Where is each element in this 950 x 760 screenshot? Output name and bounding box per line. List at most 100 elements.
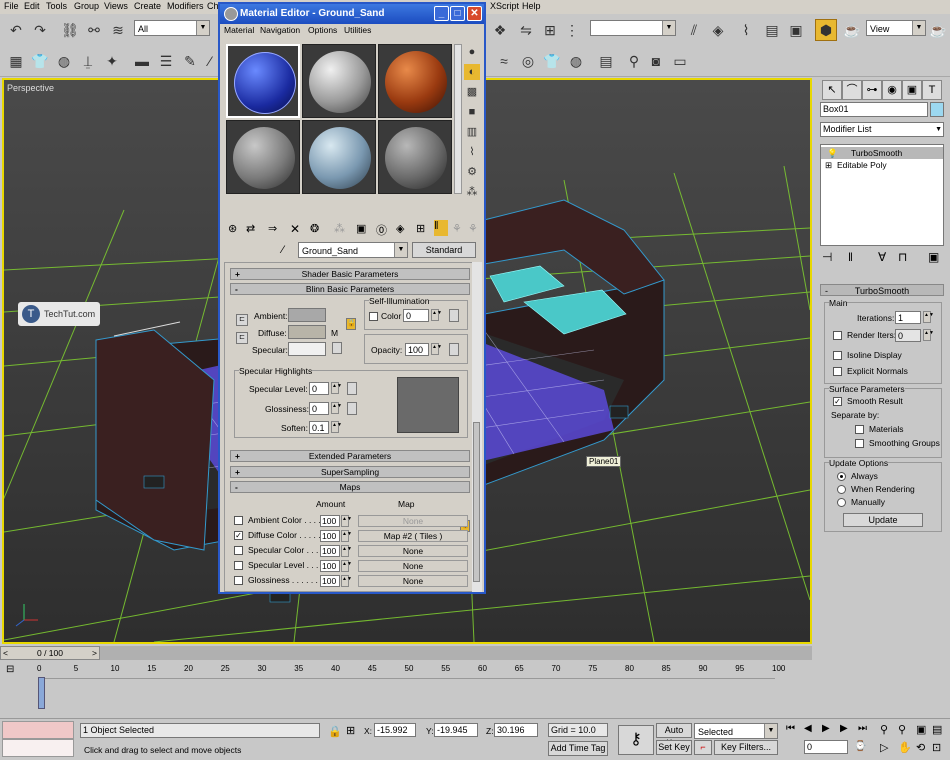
lock-ambient-diffuse-icon[interactable]: ⊏ [236, 314, 248, 326]
document-icon[interactable]: ▤ [596, 51, 616, 71]
specular-map-button[interactable] [332, 342, 342, 354]
hierarchy-tab-icon[interactable]: ⊶ [862, 80, 882, 100]
menu-material[interactable]: Material [224, 25, 254, 35]
assign-material-icon[interactable]: ⇒ [268, 222, 277, 235]
light-icon[interactable]: ✦ [102, 51, 122, 71]
menu-file[interactable]: File [4, 1, 19, 11]
explicit-normals-checkbox[interactable] [833, 367, 842, 376]
map-amount-field[interactable]: 100 [320, 530, 340, 542]
material-editor-titlebar[interactable]: Material Editor - Ground_Sand _ □ ✕ [220, 4, 484, 24]
track-bar-menu-icon[interactable]: ⊟ [6, 664, 14, 675]
stack-item-turbosmooth[interactable]: 💡 TurboSmooth [821, 147, 943, 159]
key-filters-button[interactable]: Key Filters... [714, 740, 778, 755]
self-illum-color-checkbox[interactable] [369, 312, 378, 321]
menu-utilities[interactable]: Utilities [344, 25, 371, 35]
menu-views[interactable]: Views [104, 1, 128, 11]
map-amount-field[interactable]: 100 [320, 575, 340, 587]
map-enable-checkbox[interactable] [234, 546, 243, 555]
object-name-field[interactable]: Box01 [820, 102, 928, 117]
options-icon[interactable]: ⚙ [464, 164, 480, 180]
map-slot-button[interactable]: None [358, 575, 468, 587]
selection-filter-dropdown[interactable]: All ▼ [134, 20, 210, 36]
key-set-dropdown[interactable]: Selected ▼ [694, 723, 778, 739]
glossiness-field[interactable]: 0 [309, 402, 329, 415]
specular-color-swatch[interactable] [288, 342, 326, 356]
garment-icon[interactable]: 👕 [542, 51, 562, 71]
map-amount-field[interactable]: 100 [320, 515, 340, 527]
bind-space-warp-icon[interactable]: ≋ [108, 20, 128, 40]
glossiness-spinner[interactable]: ▲▼ [331, 402, 342, 414]
render-setup-icon[interactable]: ⬢ [815, 19, 837, 41]
play-icon[interactable]: ▶ [822, 723, 830, 734]
default-tangents-icon[interactable]: ⌐ [694, 740, 712, 755]
menu-tools[interactable]: Tools [46, 1, 67, 11]
map-amount-spinner[interactable]: ▲▼ [341, 515, 352, 527]
select-object-icon[interactable]: ▦ [6, 51, 26, 71]
select-by-material-icon[interactable]: ⁂ [464, 184, 480, 200]
maxscript-listener-output[interactable] [2, 739, 74, 757]
pin-stack-icon[interactable]: ⊣ [822, 250, 832, 264]
turbosmooth-rollout-header[interactable]: - TurboSmooth [820, 284, 944, 296]
diffuse-color-swatch[interactable] [288, 325, 326, 339]
time-slider[interactable]: < 0 / 100 > [0, 646, 812, 660]
blinn-basic-rollout[interactable]: - Blinn Basic Parameters [230, 283, 470, 295]
prev-frame-icon[interactable]: < [3, 647, 8, 659]
modify-tab-icon[interactable]: ⌒ [842, 80, 862, 100]
schematic-view-icon[interactable]: ▤ [762, 20, 782, 40]
sample-type-icon[interactable]: ● [464, 44, 480, 60]
always-radio[interactable] [837, 472, 846, 481]
make-preview-icon[interactable]: ⌇ [464, 144, 480, 160]
self-illum-spinner[interactable]: ▲▼ [431, 309, 442, 321]
pin-icon[interactable]: ⍊ [78, 51, 98, 71]
lock-icon[interactable]: 🔒 [346, 318, 356, 330]
stack-item-editable-poly[interactable]: ⊞ Editable Poly [821, 159, 943, 171]
smoothing-groups-checkbox[interactable] [855, 439, 864, 448]
extended-parameters-rollout[interactable]: + Extended Parameters [230, 450, 470, 462]
backlight-icon[interactable]: ◐ [464, 64, 480, 80]
material-name-dropdown[interactable]: Ground_Sand ▼ [298, 242, 408, 258]
self-illum-value-field[interactable]: 0 [403, 309, 429, 322]
map-amount-field[interactable]: 100 [320, 560, 340, 572]
zoom-extents-icon[interactable]: ▣ [916, 723, 926, 736]
menu-modifiers[interactable]: Modifiers [167, 1, 204, 11]
absolute-mode-icon[interactable]: ⊞ [346, 724, 355, 737]
camera-icon[interactable]: ◙ [646, 51, 666, 71]
key-mode-icon[interactable]: ⚷ [618, 725, 654, 755]
close-icon[interactable]: ✕ [467, 6, 482, 21]
iterations-field[interactable]: 1 [895, 311, 921, 324]
go-forward-sibling-icon[interactable]: ⚘ [452, 222, 462, 235]
menu-options[interactable]: Options [308, 25, 337, 35]
sample-slot-2[interactable] [302, 44, 376, 118]
expand-icon[interactable]: ⊞ [825, 159, 832, 171]
maximize-viewport-icon[interactable]: ⊡ [932, 741, 941, 754]
go-to-parent-icon[interactable]: ‖ [434, 220, 448, 236]
iterations-spinner[interactable]: ▲▼ [923, 311, 934, 323]
glossiness-map-button[interactable] [347, 402, 357, 415]
current-frame-field[interactable]: 0 [804, 740, 848, 754]
display-tab-icon[interactable]: ▣ [902, 80, 922, 100]
bulb-icon[interactable]: 💡 [827, 147, 838, 159]
shader-basic-rollout[interactable]: + Shader Basic Parameters [230, 268, 470, 280]
lock-selection-icon[interactable]: 🔒 [328, 725, 342, 738]
time-config-icon[interactable]: ⌚ [854, 741, 866, 752]
zoom-all-icon[interactable]: ⚲ [898, 723, 906, 736]
pan-icon[interactable]: ✋ [898, 741, 912, 754]
map-slot-button[interactable]: None [358, 515, 468, 527]
when-rendering-radio[interactable] [837, 485, 846, 494]
make-unique-material-icon[interactable]: ⁂ [334, 222, 345, 235]
quick-render-icon[interactable]: ☕ [928, 20, 948, 40]
sample-slot-3[interactable] [378, 44, 452, 118]
material-navigator-icon[interactable]: ⚘ [468, 222, 478, 235]
background-icon[interactable]: ▩ [464, 84, 480, 100]
z-coordinate-field[interactable]: 30.196 [494, 723, 538, 737]
map-enable-checkbox[interactable] [234, 576, 243, 585]
sample-uv-tiling-icon[interactable]: ■ [464, 104, 480, 120]
diffuse-map-button[interactable]: M [331, 328, 338, 338]
sample-slots-scrollbar[interactable] [454, 44, 462, 194]
previous-frame-icon[interactable]: ◀ [804, 723, 812, 734]
put-material-icon[interactable]: ⇄ [246, 222, 255, 235]
parameters-scrollbar[interactable] [472, 262, 482, 592]
go-to-end-icon[interactable]: ⏭ [858, 723, 867, 734]
opacity-map-button[interactable] [449, 343, 459, 356]
maxscript-listener-mini[interactable] [2, 721, 74, 739]
